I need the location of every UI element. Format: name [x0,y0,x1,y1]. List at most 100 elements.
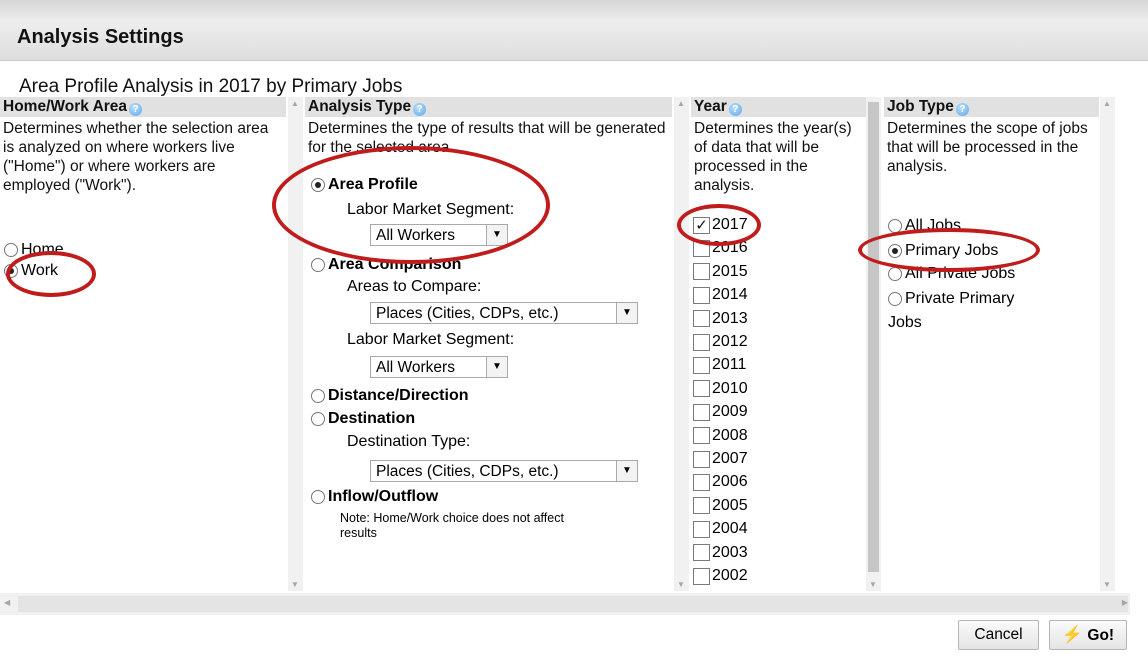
checkbox-checked-icon[interactable]: ✓ [693,216,710,234]
scroll-up-icon[interactable]: ▲ [677,99,685,108]
horizontal-scrollbar[interactable]: ◀ ▶ [0,593,1130,615]
destination-type-select[interactable]: Places (Cities, CDPs, etc.) ▼ [370,460,638,482]
info-icon[interactable]: ? [728,103,742,116]
radio-icon[interactable] [888,267,902,281]
radio-checked-icon[interactable] [4,264,18,278]
select-value: Places (Cities, CDPs, etc.) [376,305,559,322]
all-private-jobs-radio[interactable]: All Private Jobs [888,265,1015,283]
radio-icon[interactable] [311,412,325,426]
dialog-titlebar: Analysis Settings [0,20,1148,61]
checkbox-icon[interactable] [693,473,710,491]
checkbox-icon[interactable] [693,450,710,468]
year-scroll-thumb[interactable] [868,102,879,572]
scroll-down-icon[interactable]: ▼ [291,580,299,589]
area-comparison-radio[interactable]: Area Comparison [311,256,461,274]
checkbox-icon[interactable] [693,310,710,328]
private-primary-radio[interactable]: Private Primary [888,290,1014,308]
year-checkbox-2007[interactable]: 2007 [693,450,748,468]
year-label: 2014 [712,286,748,304]
area-profile-label: Area Profile [328,176,418,193]
year-checkbox-2013[interactable]: 2013 [693,310,748,328]
areas-to-compare-label: Areas to Compare: [347,278,482,295]
areas-to-compare-select[interactable]: Places (Cities, CDPs, etc.) ▼ [370,302,638,324]
year-checkbox-2005[interactable]: 2005 [693,497,748,515]
chevron-down-icon[interactable]: ▼ [616,303,637,323]
scroll-right-icon[interactable]: ▶ [1122,598,1128,607]
year-checkbox-2010[interactable]: 2010 [693,380,748,398]
checkbox-icon[interactable] [693,286,710,304]
checkbox-icon[interactable] [693,239,710,257]
area-profile-segment-select[interactable]: All Workers ▼ [370,224,508,246]
radio-icon[interactable] [311,389,325,403]
radio-icon[interactable] [4,243,18,257]
radio-icon[interactable] [888,219,902,233]
analysis-type-scrollbar[interactable]: ▲ ▼ [674,97,689,591]
work-radio[interactable]: Work [4,262,58,280]
scroll-up-icon[interactable]: ▲ [291,99,299,108]
distance-direction-radio[interactable]: Distance/Direction [311,387,468,405]
job-type-description: Determines the scope of jobs that will b… [887,120,1088,175]
info-icon[interactable]: ? [955,103,969,116]
year-label: 2011 [712,356,747,374]
checkbox-icon[interactable] [693,567,710,585]
year-checkbox-2017[interactable]: ✓ 2017 [693,216,748,234]
home-radio[interactable]: Home [4,241,64,259]
year-checkbox-2006[interactable]: 2006 [693,473,748,491]
year-checkbox-2012[interactable]: 2012 [693,333,748,351]
all-jobs-radio[interactable]: All Jobs [888,217,961,235]
chevron-down-icon[interactable]: ▼ [486,225,507,245]
primary-jobs-radio[interactable]: Primary Jobs [888,242,998,260]
scroll-down-icon[interactable]: ▼ [869,580,877,589]
inflow-outflow-label: Inflow/Outflow [328,488,439,505]
year-checkbox-2002[interactable]: 2002 [693,567,748,585]
year-header-label: Year [694,98,727,115]
info-icon[interactable]: ? [413,103,427,116]
year-header: Year? [691,97,866,117]
year-checkbox-2016[interactable]: 2016 [693,239,748,257]
chevron-down-icon[interactable]: ▼ [616,461,637,481]
year-scrollbar[interactable]: ▼ [866,97,881,591]
checkbox-icon[interactable] [693,333,710,351]
select-value: All Workers [376,359,455,376]
year-checkbox-2008[interactable]: 2008 [693,427,748,445]
info-icon[interactable]: ? [129,103,143,116]
horizontal-scroll-thumb[interactable] [18,596,1128,612]
comparison-segment-select[interactable]: All Workers ▼ [370,356,508,378]
checkbox-icon[interactable] [693,356,710,374]
year-label: 2007 [712,450,748,467]
primary-jobs-label: Primary Jobs [905,242,999,259]
destination-radio[interactable]: Destination [311,410,415,428]
scroll-down-icon[interactable]: ▼ [1103,580,1111,589]
year-checkbox-2015[interactable]: 2015 [693,263,748,281]
dialog-title: Analysis Settings [17,26,184,48]
chevron-down-icon[interactable]: ▼ [486,357,507,377]
checkbox-icon[interactable] [693,520,710,538]
area-profile-radio[interactable]: Area Profile [311,176,418,194]
radio-checked-icon[interactable] [311,178,325,192]
inflow-outflow-radio[interactable]: Inflow/Outflow [311,488,438,506]
checkbox-icon[interactable] [693,544,710,562]
radio-checked-icon[interactable] [888,244,902,258]
year-checkbox-2004[interactable]: 2004 [693,520,748,538]
scroll-down-icon[interactable]: ▼ [677,580,685,589]
radio-icon[interactable] [311,490,325,504]
checkbox-icon[interactable] [693,497,710,515]
checkbox-icon[interactable] [693,263,710,281]
radio-icon[interactable] [311,258,325,272]
home-radio-label: Home [21,241,64,258]
private-primary-label: Private Primary [905,290,1015,307]
checkbox-icon[interactable] [693,427,710,445]
job-type-scrollbar[interactable]: ▲ ▼ [1100,97,1115,591]
year-checkbox-2009[interactable]: 2009 [693,403,748,421]
checkbox-icon[interactable] [693,403,710,421]
year-checkbox-2014[interactable]: 2014 [693,286,748,304]
year-checkbox-2003[interactable]: 2003 [693,544,748,562]
year-checkbox-2011[interactable]: 2011 [693,356,746,374]
scroll-left-icon[interactable]: ◀ [4,598,10,607]
go-button[interactable]: ⚡ Go! [1049,620,1127,650]
home-work-scrollbar[interactable]: ▲ ▼ [288,97,303,591]
cancel-button[interactable]: Cancel [958,620,1039,650]
radio-icon[interactable] [888,292,902,306]
scroll-up-icon[interactable]: ▲ [1103,99,1111,108]
checkbox-icon[interactable] [693,380,710,398]
